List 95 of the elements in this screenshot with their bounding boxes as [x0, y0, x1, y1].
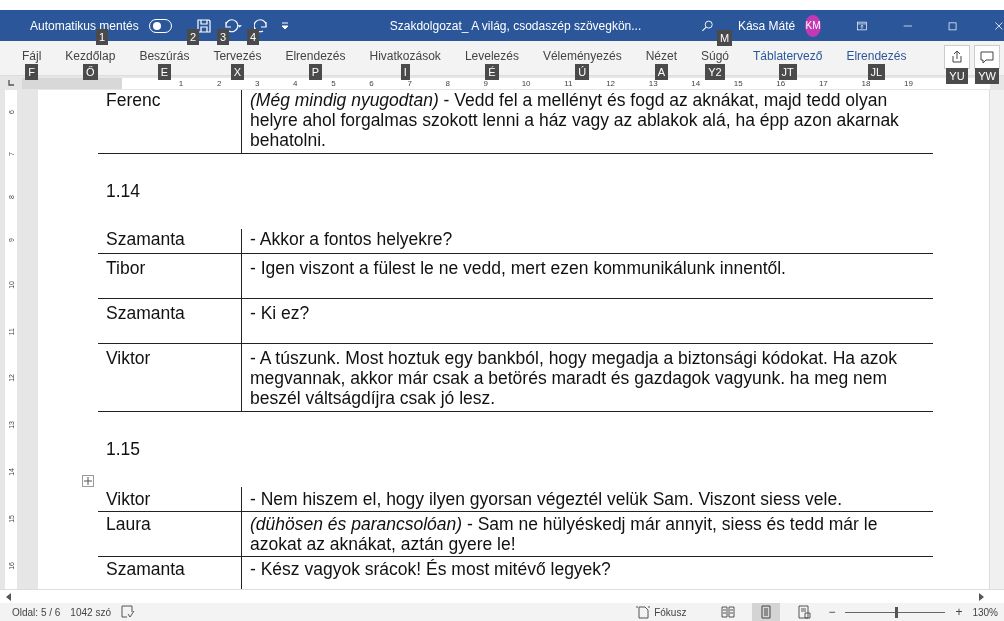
ribbon-tab[interactable]: Véleményezés — [542, 41, 622, 63]
ruler-number: 1 — [178, 78, 184, 88]
ruler-number: 18 — [861, 78, 871, 88]
horizontal-scrollbar[interactable] — [0, 589, 1004, 603]
keytip: M — [717, 30, 733, 46]
ruler-number: 7 — [407, 78, 412, 88]
word-count[interactable]: 1042 szó — [70, 606, 111, 618]
customize-icon[interactable] — [279, 20, 290, 31]
tab-selector-icon[interactable] — [7, 79, 15, 87]
zoom-out-button[interactable]: − — [828, 605, 836, 619]
zoom-in-button[interactable]: + — [955, 605, 963, 619]
scroll-left-icon[interactable] — [6, 592, 12, 601]
speaker-cell-text: Viktor — [105, 347, 152, 370]
keytip: E — [157, 64, 172, 80]
ribbon-tab[interactable]: Levelezés — [464, 41, 519, 63]
keytip: 4 — [247, 29, 260, 45]
keytip: Y2 — [705, 64, 725, 80]
dialogue-cell: - Akkor a fontos helyekre? — [241, 229, 933, 253]
dialogue-cell: (dühösen és parancsolóan) - Sam ne hülyéskedj már annyit, siess és tedd már le azokat az aknákat, aztán gyere le! — [241, 512, 933, 556]
ribbon-display-icon[interactable] — [856, 19, 867, 32]
ribbon-tab[interactable]: Fájl — [22, 41, 42, 63]
ribbon-tab[interactable]: Hivatkozások — [369, 41, 441, 63]
dialogue-cell: (Még mindig nyugodtan) - Vedd fel a mellényt és fogd az aknákat, majd tedd olyan helyre ahol forgalmas szokott lenni a ház vagy az ablakok alá, ha épp azon akarnak behatolni. — [241, 90, 933, 153]
book-icon — [721, 605, 736, 619]
ruler-number: 11 — [564, 78, 573, 88]
vertical-scrollbar[interactable] — [989, 90, 1004, 589]
ruler-number: 9 — [483, 78, 488, 88]
ruler-number: 19 — [904, 78, 913, 88]
ruler-number: 16 — [776, 78, 786, 88]
web-page-icon — [797, 605, 812, 619]
keytip: JL — [867, 64, 886, 80]
dialogue-cell: - Ki ez? — [241, 299, 933, 343]
save-icon[interactable] — [195, 17, 212, 34]
ruler-number: 17 — [818, 78, 828, 88]
keytip: É — [485, 64, 499, 80]
ruler-number: 3 — [255, 78, 260, 88]
ruler-number: 5 — [331, 78, 336, 88]
share-button[interactable] — [944, 45, 970, 69]
speaker-cell-text: Szamanta — [105, 229, 186, 251]
proofing-icon[interactable] — [120, 605, 135, 619]
speaker-cell-text: Viktor — [105, 488, 152, 511]
keytip: F — [25, 64, 39, 80]
user-name[interactable]: Kása Máté — [737, 18, 796, 33]
keytip: A — [654, 64, 668, 80]
dialogue-cell: - Nem hiszem el, hogy ilyen gyorsan végeztél velük Sam. Viszont siess vele. — [241, 487, 933, 511]
ribbon-tab[interactable]: Nézet — [645, 41, 677, 63]
keytip: Ú — [575, 64, 590, 80]
ruler-number: 10 — [521, 78, 531, 88]
keytip: X — [230, 64, 245, 80]
keytip: P — [308, 64, 323, 80]
ruler-number: 15 — [733, 78, 743, 88]
keytip: YW — [975, 68, 999, 84]
close-icon[interactable] — [994, 19, 1004, 32]
scene-heading: 1.15 — [105, 438, 142, 461]
ribbon-tab[interactable]: Beszúrás — [139, 41, 190, 63]
redo-icon[interactable] — [253, 17, 270, 34]
ribbon-tab[interactable]: Elrendezés — [846, 41, 907, 63]
page-count[interactable]: Oldal: 5 / 6 — [12, 606, 61, 618]
document-title: Szakdolgozat_ A világ, csodaszép szövegkön... — [389, 18, 642, 33]
ribbon-tab[interactable]: Elrendezés — [285, 41, 346, 63]
user-avatar[interactable]: KM — [805, 14, 821, 37]
speaker-cell-text: Ferenc — [105, 90, 162, 112]
speaker-cell-text: Szamanta — [105, 558, 186, 581]
keytip: I — [400, 64, 410, 80]
comment-icon — [980, 50, 994, 64]
keytip: 1 — [96, 29, 109, 45]
ruler-number: 8 — [445, 78, 450, 88]
speaker-cell-text: Laura — [105, 513, 152, 536]
keytip: Ő — [83, 64, 98, 80]
keytip: 3 — [217, 29, 230, 45]
maximize-icon[interactable] — [948, 19, 959, 32]
ruler-number: 4 — [293, 78, 298, 88]
table-move-handle-icon[interactable] — [82, 475, 94, 487]
keytip: 2 — [187, 29, 200, 45]
scene-heading: 1.14 — [105, 180, 142, 203]
ruler-number: 6 — [369, 78, 374, 88]
page-icon — [759, 605, 774, 619]
share-icon — [950, 50, 964, 64]
ruler-number: 2 — [216, 78, 222, 88]
zoom-percent[interactable]: 130% — [972, 606, 998, 618]
ruler-number: 12 — [606, 78, 616, 88]
speaker-cell-text: Szamanta — [105, 302, 186, 325]
focus-icon[interactable] — [636, 605, 651, 619]
dialogue-cell: - A túszunk. Most hoztuk egy bankból, hogy megadja a biztonsági kódokat. Ha azok megvannak, akkor már csak a betörés maradt és gazdagok vagyunk. ha meg nem beszél váltságdíjra csak jó lesz. — [241, 344, 933, 411]
dialogue-cell: - Igen viszont a fülest le ne vedd, mert ezen kommunikálunk innentől. — [241, 254, 933, 298]
scroll-right-icon[interactable] — [978, 592, 984, 601]
print-layout-button[interactable] — [752, 603, 781, 621]
speaker-cell-text: Tibor — [105, 257, 147, 280]
keytip: JT — [778, 64, 797, 80]
keytip: YU — [946, 68, 968, 84]
comments-button[interactable] — [974, 45, 1000, 69]
ruler-number: 14 — [691, 78, 701, 88]
ruler-number: 13 — [648, 78, 658, 88]
focus-button[interactable]: Fókusz — [654, 606, 687, 618]
ribbon-tab[interactable]: Táblatervező — [753, 41, 823, 63]
